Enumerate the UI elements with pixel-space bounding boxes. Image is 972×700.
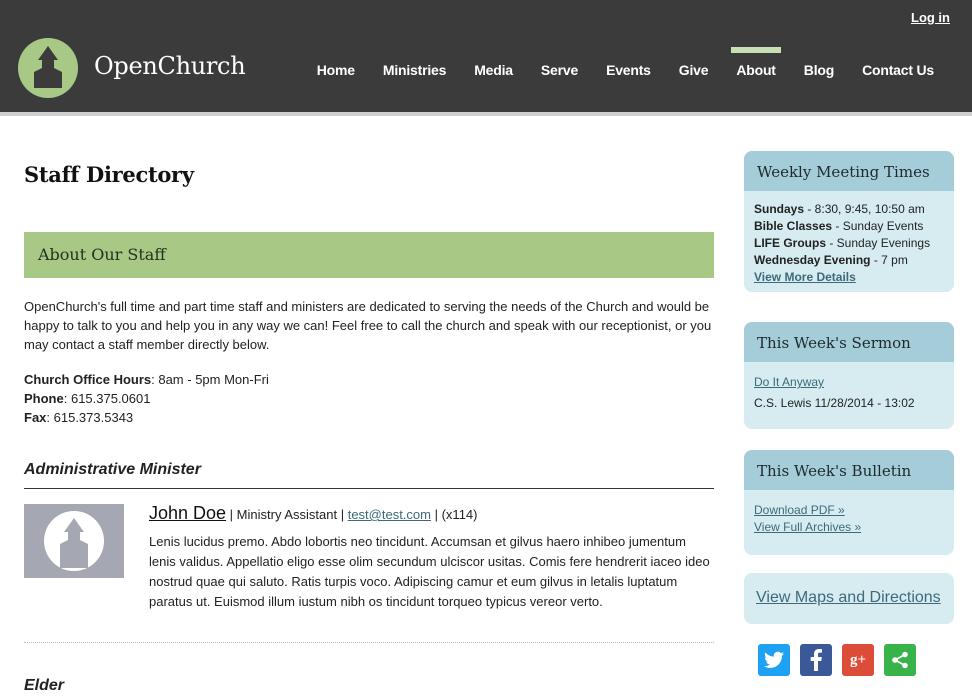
office-info: Church Office Hours: 8am - 5pm Mon-Fri P… <box>24 370 269 427</box>
maps-directions-link[interactable]: View Maps and Directions <box>756 589 941 607</box>
social-icons: g+ <box>758 644 916 676</box>
facebook-icon[interactable] <box>800 644 832 676</box>
share-icon[interactable] <box>884 644 916 676</box>
meeting-times-title: Weekly Meeting Times <box>744 151 954 191</box>
intro-text: OpenChurch's full time and part time sta… <box>24 299 712 352</box>
nav-blog[interactable]: Blog <box>790 62 848 78</box>
bulletin-body: Download PDF » View Full Archives » <box>744 490 954 546</box>
separator: | <box>226 507 237 522</box>
sermon-meta: C.S. Lewis 11/28/2014 - 13:02 <box>754 396 915 410</box>
staff-role: Ministry Assistant <box>236 507 338 522</box>
staff-extension: (x114) <box>441 507 478 522</box>
sermon-title: This Week's Sermon <box>744 322 954 362</box>
view-archives-link[interactable]: View Full Archives » <box>754 520 861 534</box>
meeting-times-widget: Weekly Meeting Times Sundays - 8:30, 9:4… <box>744 151 954 292</box>
staff-bio: Lenis lucidus premo. Abdo lobortis neo t… <box>149 534 710 609</box>
sermon-body: Do It Anyway C.S. Lewis 11/28/2014 - 13:… <box>744 362 954 422</box>
bulletin-widget: This Week's Bulletin Download PDF » View… <box>744 450 954 555</box>
staff-header: John Doe | Ministry Assistant | test@tes… <box>149 503 477 524</box>
section-title-elder: Elder <box>24 677 65 694</box>
staff-avatar <box>24 504 124 578</box>
sermon-widget: This Week's Sermon Do It Anyway C.S. Lew… <box>744 322 954 429</box>
about-staff-heading: About Our Staff <box>38 245 166 264</box>
nav-media[interactable]: Media <box>460 62 527 78</box>
meeting-value: - Sunday Evenings <box>826 236 931 250</box>
about-staff-banner: About Our Staff <box>24 232 714 278</box>
church-logo-icon[interactable] <box>18 38 78 98</box>
google-plus-icon[interactable]: g+ <box>842 644 874 676</box>
nav-ministries[interactable]: Ministries <box>369 62 460 78</box>
section-divider <box>24 488 714 489</box>
login-link[interactable]: Log in <box>911 10 950 25</box>
hours-value: : 8am - 5pm Mon-Fri <box>151 372 269 387</box>
phone-value: : 615.375.0601 <box>63 391 151 406</box>
staff-name-link[interactable]: John Doe <box>149 503 226 523</box>
meeting-value: - 7 pm <box>870 253 908 267</box>
nav-events[interactable]: Events <box>592 62 665 78</box>
brand-name[interactable]: OpenChurch <box>94 52 246 80</box>
meeting-label: Wednesday Evening <box>754 253 871 267</box>
meeting-times-body: Sundays - 8:30, 9:45, 10:50 am Bible Cla… <box>744 191 954 292</box>
staff-email-link[interactable]: test@test.com <box>348 507 431 522</box>
meeting-label: Sundays <box>754 202 805 216</box>
nav-serve[interactable]: Serve <box>527 62 592 78</box>
nav-about[interactable]: About <box>722 47 789 78</box>
meeting-label: Bible Classes <box>754 219 833 233</box>
church-placeholder-icon <box>44 511 104 571</box>
fax-label: Fax <box>24 410 47 425</box>
sermon-link[interactable]: Do It Anyway <box>754 375 824 389</box>
page-title: Staff Directory <box>24 162 194 187</box>
nav-home[interactable]: Home <box>303 62 369 78</box>
site-header: Log in OpenChurch Home Ministries Media … <box>0 0 972 116</box>
fax-value: : 615.373.5343 <box>46 410 134 425</box>
dotted-divider <box>24 642 714 643</box>
separator: | <box>430 507 442 522</box>
hours-label: Church Office Hours <box>24 372 152 387</box>
main-nav: Home Ministries Media Serve Events Give … <box>303 47 948 78</box>
nav-contact-us[interactable]: Contact Us <box>848 62 948 78</box>
maps-widget: View Maps and Directions <box>744 573 954 624</box>
bulletin-title: This Week's Bulletin <box>744 450 954 490</box>
view-more-details-link[interactable]: View More Details <box>754 270 856 284</box>
meeting-value: - Sunday Events <box>832 219 924 233</box>
section-title-administrative: Administrative Minister <box>24 461 201 478</box>
twitter-icon[interactable] <box>758 644 790 676</box>
nav-give[interactable]: Give <box>665 62 723 78</box>
download-pdf-link[interactable]: Download PDF » <box>754 503 845 517</box>
phone-label: Phone <box>24 391 64 406</box>
separator: | <box>337 507 348 522</box>
meeting-label: LIFE Groups <box>754 236 826 250</box>
meeting-value: - 8:30, 9:45, 10:50 am <box>804 202 925 216</box>
